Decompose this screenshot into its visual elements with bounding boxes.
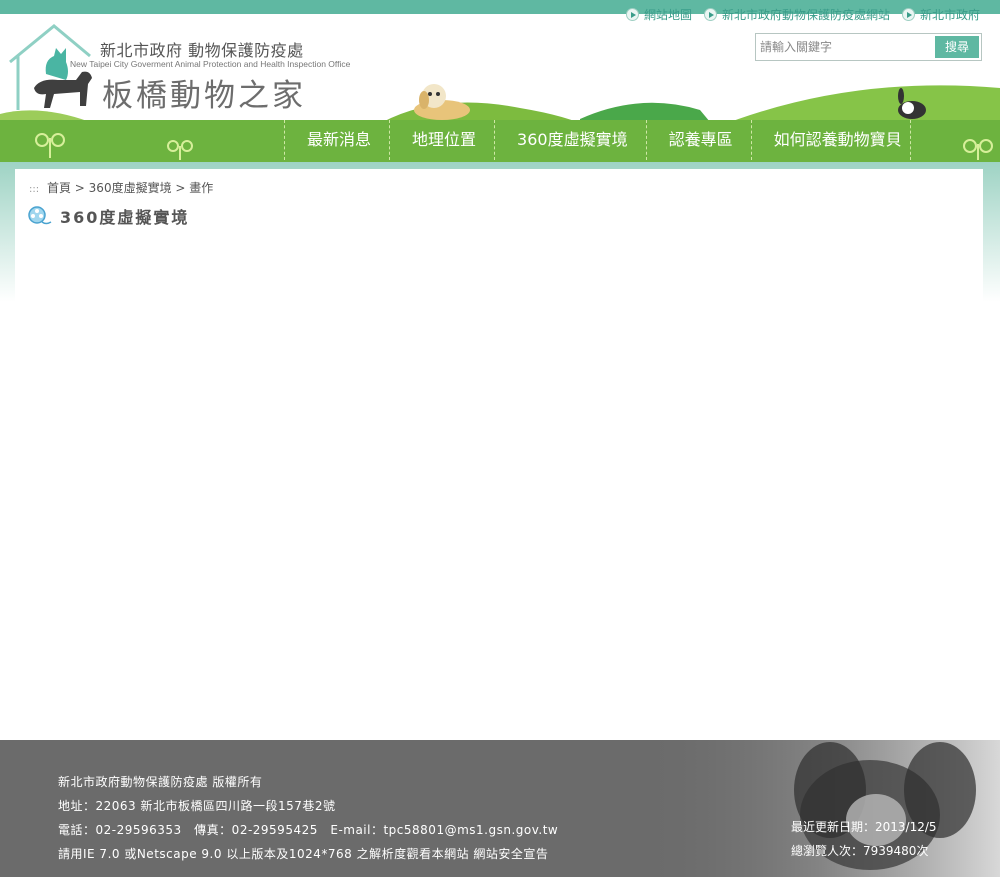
film-reel-icon [28,206,52,225]
visit-counter: 總瀏覽人次：7939480次 [791,844,929,858]
utility-links: 網站地圖 新北市政府動物保護防疫處網站 新北市政府 [625,6,980,23]
nav-latest-news[interactable]: 最新消息 [284,120,389,160]
sitemap-link[interactable]: 網站地圖 [625,6,692,23]
page-title-text: 360度虛擬實境 [60,208,190,227]
main-nav: 最新消息 地理位置 360度虛擬實境 認養專區 如何認養動物寶貝 [284,120,911,160]
breadcrumb-360-vr[interactable]: 360度虛擬實境 [89,181,172,195]
nav-adoption[interactable]: 認養專區 [645,120,751,160]
breadcrumb: ::: 首頁 > 360度虛擬實境 > 畫作 [29,179,213,196]
site-name: 板橋動物之家 [102,78,306,114]
new-taipei-gov-link[interactable]: 新北市政府 [901,6,980,23]
puppy-illustration [414,84,470,120]
breadcrumb-painting[interactable]: 畫作 [189,181,213,195]
footer-contact: 電話：02-29596353 傳真：02-29595425 E-mail：tpc… [58,823,559,837]
footer-stats: 最近更新日期：2013/12/5 總瀏覽人次：7939480次 [791,815,937,863]
nav-location[interactable]: 地理位置 [389,120,494,160]
org-name-english: New Taipei City Goverment Animal Protect… [70,59,351,69]
breadcrumb-marker: ::: [29,184,40,195]
play-bullet-icon [625,8,639,21]
nav-360-vr[interactable]: 360度虛擬實境 [494,120,646,160]
new-taipei-gov-link-label: 新北市政府 [919,8,980,22]
rabbit-illustration [898,88,926,119]
site-logo[interactable]: 新北市政府 動物保護防疫處 New Taipei City Goverment … [6,22,376,114]
search-button[interactable]: 搜尋 [935,36,979,58]
content-panel: ::: 首頁 > 360度虛擬實境 > 畫作 360度虛擬實境 [15,169,983,309]
play-bullet-icon [703,8,717,21]
footer-copyright: 新北市政府動物保護防疫處 版權所有 [58,775,263,789]
footer-address: 地址：22063 新北市板橋區四川路一段157巷2號 [58,799,336,813]
footer-browser-note: 請用IE 7.0 或Netscape 9.0 以上版本及1024*768 之解析… [58,847,470,861]
nav-how-to-adopt[interactable]: 如何認養動物寶貝 [750,120,911,160]
footer-info: 新北市政府動物保護防疫處 版權所有 地址：22063 新北市板橋區四川路一段15… [58,770,558,866]
house-dog-cat-logo-icon [9,24,92,110]
sitemap-link-label: 網站地圖 [643,8,692,22]
animal-protection-office-link[interactable]: 新北市政府動物保護防疫處網站 [703,6,890,23]
search-box: 搜尋 [755,33,982,61]
org-name: 新北市政府 動物保護防疫處 [100,41,304,60]
breadcrumb-separator: > [175,181,186,195]
play-bullet-icon [901,8,915,21]
breadcrumb-home[interactable]: 首頁 [47,181,71,195]
breadcrumb-separator: > [74,181,85,195]
last-update-date: 最近更新日期：2013/12/5 [791,820,937,834]
footer-browser-note-line: 請用IE 7.0 或Netscape 9.0 以上版本及1024*768 之解析… [58,842,558,866]
security-statement-link[interactable]: 網站安全宣告 [473,847,548,861]
site-footer: 新北市政府動物保護防疫處 版權所有 地址：22063 新北市板橋區四川路一段15… [0,740,1000,877]
search-input[interactable] [760,37,932,57]
animal-protection-office-link-label: 新北市政府動物保護防疫處網站 [721,8,890,22]
page-title: 360度虛擬實境 [28,204,189,228]
